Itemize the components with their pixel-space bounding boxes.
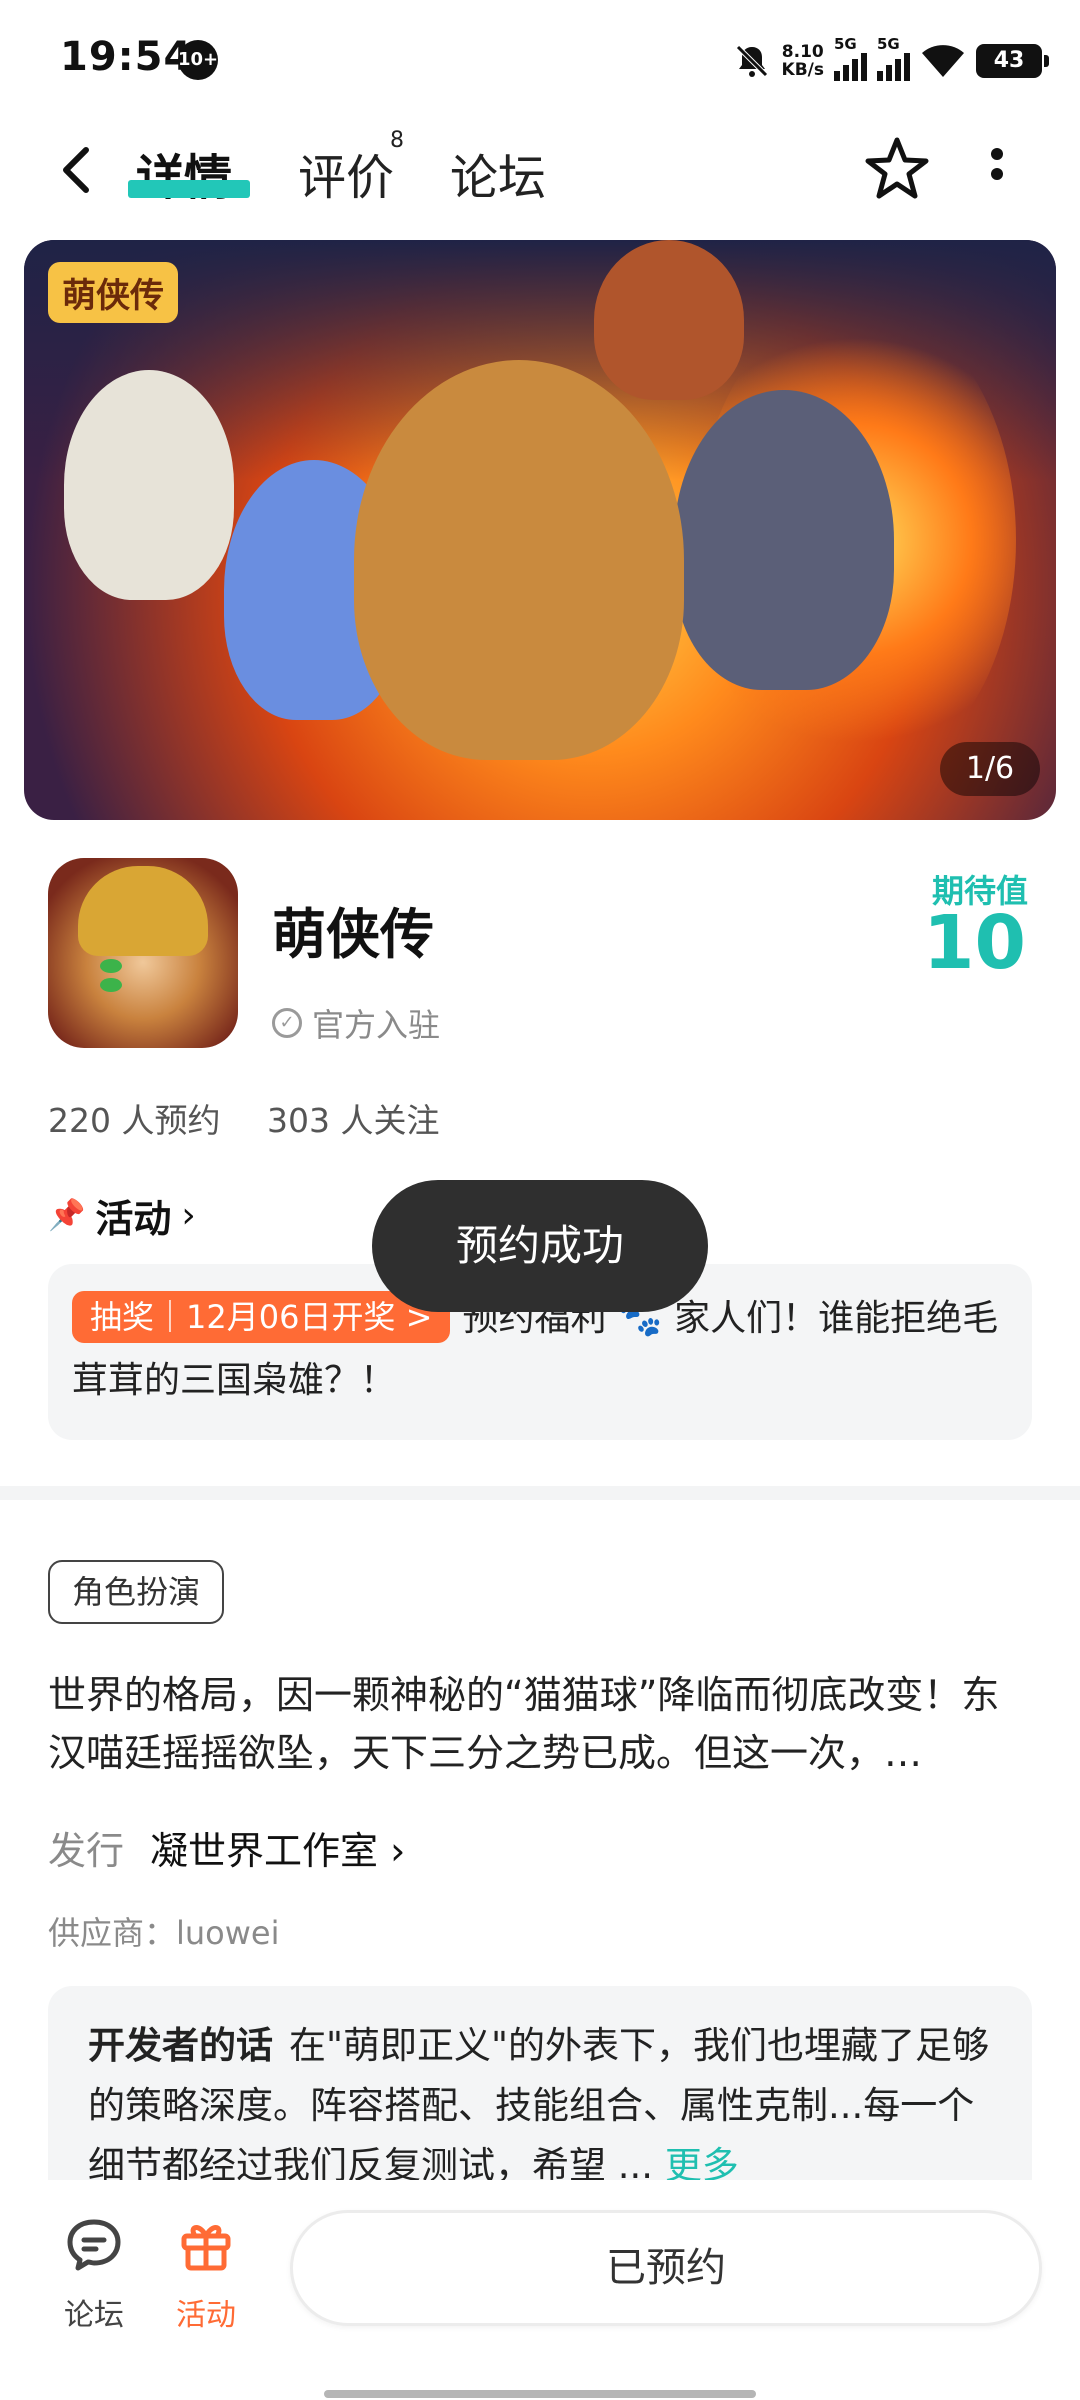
tab-forum[interactable]: 论坛 xyxy=(450,138,546,208)
favorite-button[interactable] xyxy=(862,134,932,204)
home-indicator[interactable] xyxy=(324,2390,756,2398)
chat-bubble-icon xyxy=(67,2219,121,2271)
review-count: 8 xyxy=(390,128,404,153)
sim2-label: 5G xyxy=(877,35,900,53)
tab-reviews[interactable]: 评价 xyxy=(298,138,394,208)
pin-icon: 📌 xyxy=(48,1198,86,1233)
chevron-right-icon: › xyxy=(390,1829,406,1873)
status-time: 19:54 xyxy=(60,34,193,80)
supplier-info: 供应商：luowei xyxy=(48,1914,280,1952)
bottom-activity-button[interactable]: 活动 xyxy=(156,2216,256,2334)
bottom-bar: 论坛 活动 已预约 xyxy=(0,2180,1080,2400)
game-app-icon xyxy=(48,858,238,1048)
gift-icon xyxy=(181,2225,231,2271)
star-icon xyxy=(865,137,929,199)
check-circle-icon: ✓ xyxy=(272,1008,302,1038)
game-stats: 220 人预约 303 人关注 xyxy=(48,1094,439,1142)
net-speed-unit: KB/s xyxy=(781,60,824,80)
signal-sim1-icon: 5G xyxy=(834,35,867,81)
section-divider xyxy=(0,1486,1080,1500)
activity-section-header[interactable]: 📌 活动 › xyxy=(48,1188,196,1243)
header-nav: 详情 评价 论坛 xyxy=(0,120,1080,230)
official-badge: ✓ 官方入驻 xyxy=(272,1000,440,1046)
net-speed: 8.10 KB/s xyxy=(782,43,824,79)
more-options-button[interactable] xyxy=(982,140,1012,200)
chevron-left-icon xyxy=(63,147,89,193)
publisher-row[interactable]: 发行 凝世界工作室 › xyxy=(48,1820,405,1875)
back-button[interactable] xyxy=(56,142,106,206)
publisher-label: 发行 xyxy=(48,1829,125,1873)
banner-page-indicator: 1/6 xyxy=(940,742,1040,796)
official-label: 官方入驻 xyxy=(312,1006,441,1044)
toast-message: 预约成功 xyxy=(372,1180,708,1312)
chevron-right-icon: › xyxy=(181,1195,196,1236)
activity-title: 活动 xyxy=(95,1197,172,1241)
genre-tag[interactable]: 角色扮演 xyxy=(48,1560,225,1624)
dot xyxy=(991,168,1003,180)
banner-character xyxy=(354,360,684,760)
banner-character xyxy=(674,390,894,690)
reserved-button[interactable]: 已预约 xyxy=(290,2210,1042,2326)
sim1-label: 5G xyxy=(834,35,857,53)
mute-bell-icon xyxy=(735,45,768,77)
game-banner[interactable]: 萌侠传 1/6 xyxy=(24,240,1056,820)
developer-note-title: 开发者的话 xyxy=(88,2024,273,2067)
lottery-tag: 抽奖｜12月06日开奖 > xyxy=(72,1291,451,1343)
dot xyxy=(991,148,1003,160)
banner-character xyxy=(594,240,744,400)
follower-count: 303 人关注 xyxy=(266,1101,440,1140)
icon-helmet xyxy=(78,866,208,956)
game-description[interactable]: 世界的格局，因一颗神秘的“猫猫球”降临而彻底改变！东汉喵廷摇摇欲坠，天下三分之势… xyxy=(48,1666,1032,1782)
game-title: 萌侠传 xyxy=(272,903,434,966)
reservation-count: 220 人预约 xyxy=(48,1101,221,1140)
expectation-value: 10 xyxy=(923,900,1026,986)
icon-eyes xyxy=(100,958,186,992)
status-icons: 8.10 KB/s 5G 5G 43 xyxy=(732,35,1049,86)
wifi-icon xyxy=(922,45,964,77)
notification-badge: 10+ xyxy=(178,40,218,80)
bottom-forum-button[interactable]: 论坛 xyxy=(44,2216,144,2334)
net-speed-value: 8.10 xyxy=(781,42,824,62)
active-tab-indicator xyxy=(128,180,250,198)
signal-sim2-icon: 5G xyxy=(877,35,910,81)
bottom-forum-label: 论坛 xyxy=(64,2298,124,2333)
banner-logo: 萌侠传 xyxy=(48,262,178,323)
banner-character xyxy=(64,370,234,600)
bottom-activity-label: 活动 xyxy=(176,2298,236,2333)
publisher-name: 凝世界工作室 xyxy=(150,1829,379,1873)
status-bar: 19:54 10+ 8.10 KB/s 5G 5G 43 xyxy=(0,0,1080,120)
battery-icon: 43 xyxy=(976,44,1049,78)
